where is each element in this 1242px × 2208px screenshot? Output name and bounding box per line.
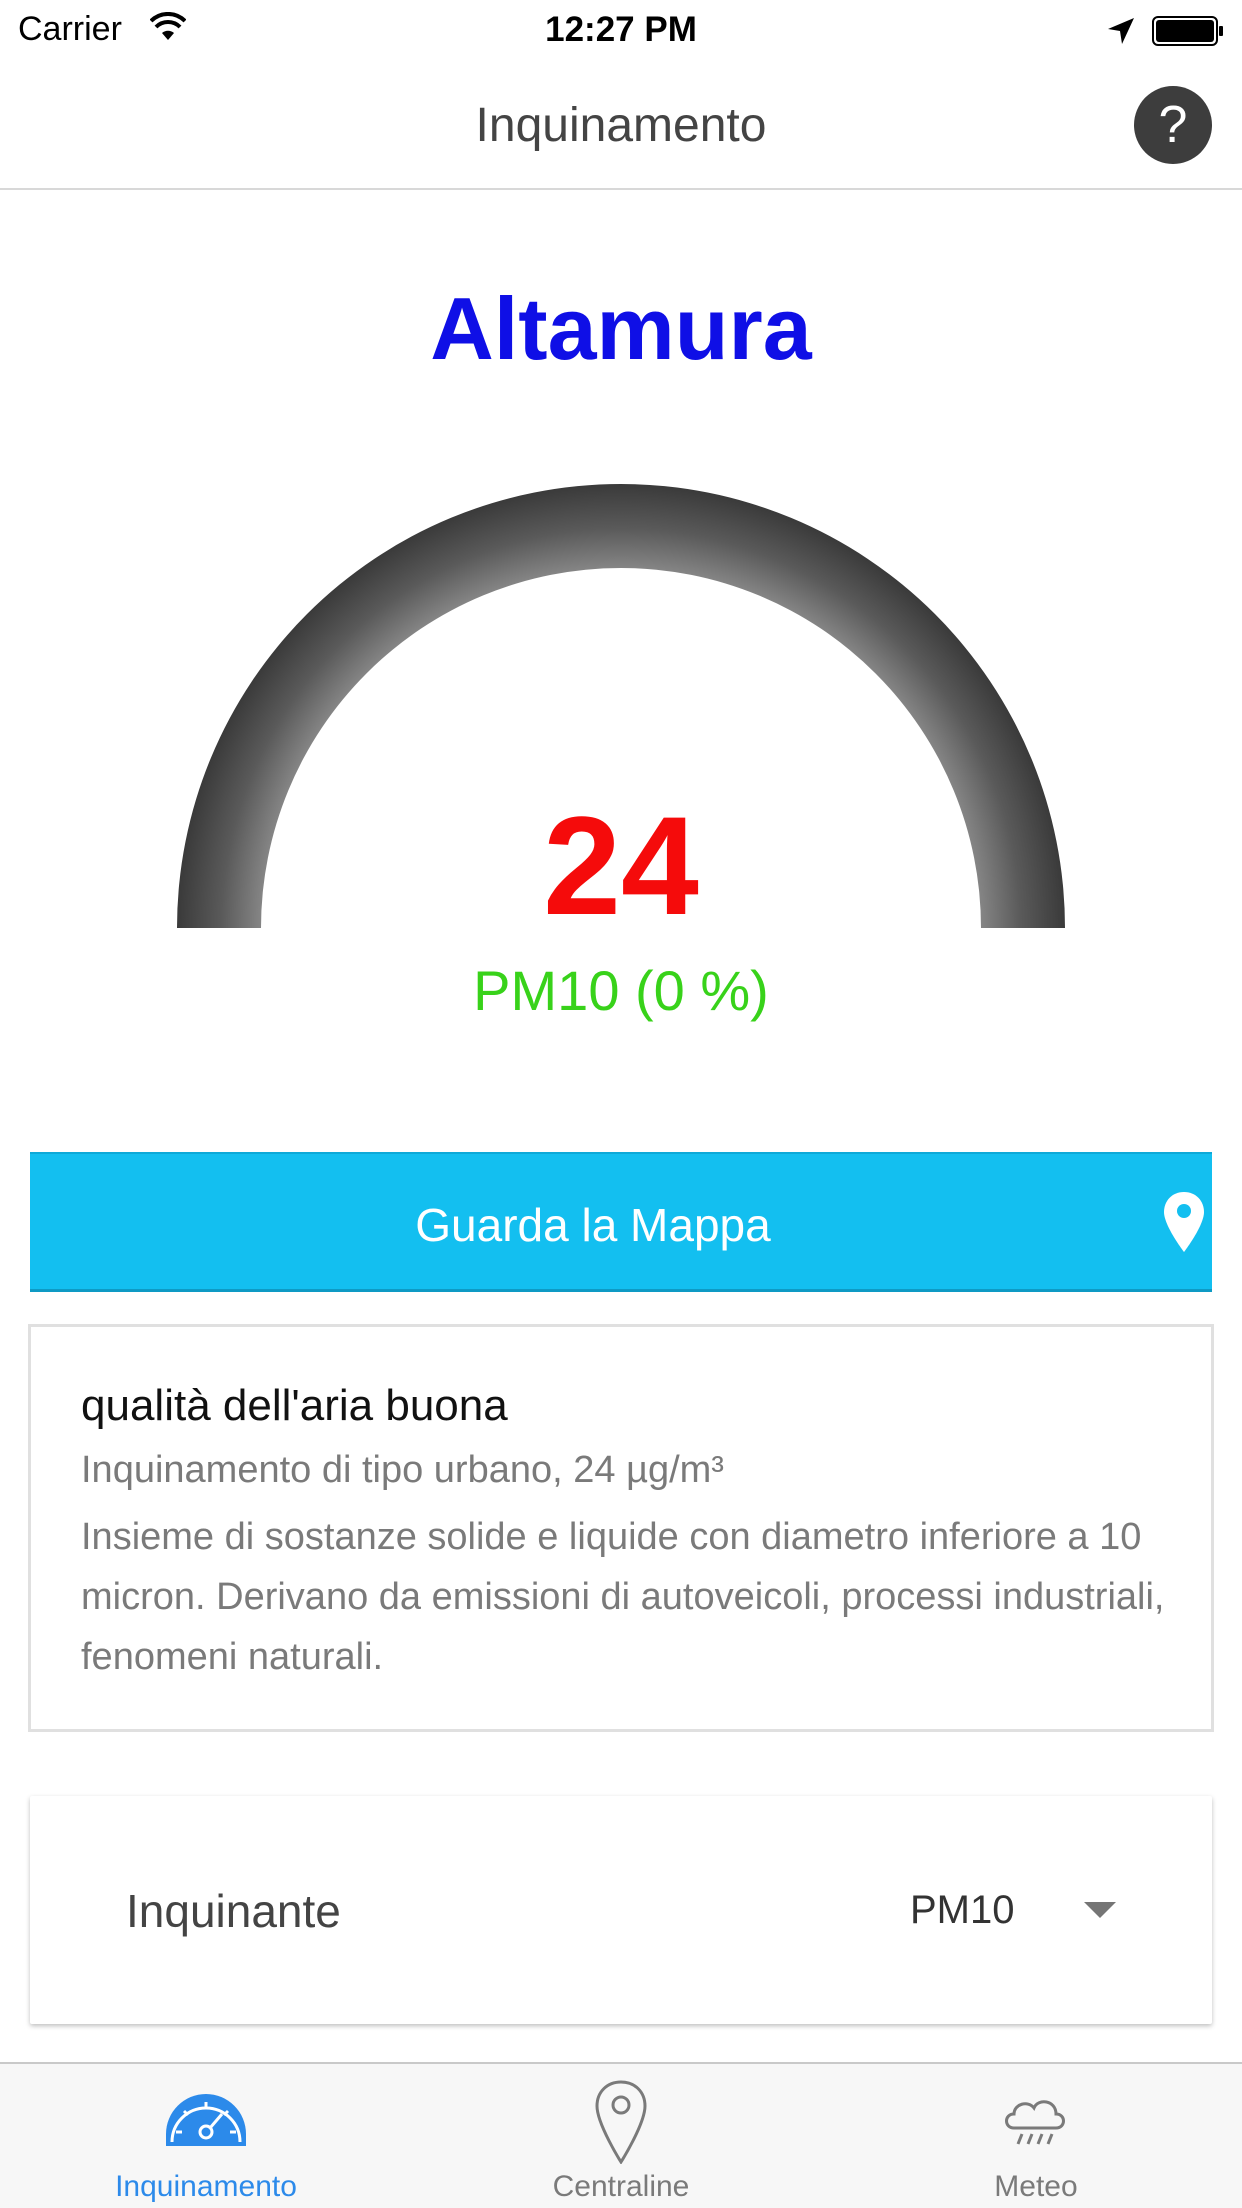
gauge-value: 24 bbox=[543, 787, 699, 944]
tab-label: Inquinamento bbox=[115, 2170, 297, 2203]
tab-centraline[interactable]: Centraline bbox=[471, 2064, 771, 2208]
gauge-label: PM10 (0 %) bbox=[473, 959, 769, 1022]
tab-meteo[interactable]: Meteo bbox=[886, 2064, 1186, 2208]
location-pin-icon bbox=[595, 2080, 647, 2164]
navigation-bar: Inquinamento ? bbox=[0, 62, 1242, 190]
status-time: 12:27 PM bbox=[545, 10, 697, 49]
air-quality-info-card: qualità dell'aria buona Inquinamento di … bbox=[28, 1324, 1214, 1732]
tab-label: Meteo bbox=[994, 2170, 1078, 2203]
tab-bar: Inquinamento Centraline Meteo bbox=[0, 2062, 1242, 2208]
tab-label: Centraline bbox=[552, 2170, 690, 2203]
page-title: Inquinamento bbox=[475, 99, 767, 152]
speedometer-icon bbox=[166, 2094, 246, 2146]
pollutant-selector[interactable]: Inquinante PM10 bbox=[30, 1796, 1212, 2024]
pollutant-description: Insieme di sostanze solide e liquide con… bbox=[81, 1516, 1165, 1678]
status-bar: Carrier 12:27 PM bbox=[0, 0, 1242, 62]
pollutant-label: Inquinante bbox=[126, 1885, 341, 1937]
air-quality-title: qualità dell'aria buona bbox=[81, 1381, 508, 1430]
battery-icon bbox=[1152, 16, 1223, 46]
view-map-button[interactable]: Guarda la Mappa bbox=[30, 1152, 1212, 1292]
pollution-type: Inquinamento di tipo urbano, 24 µg/m³ bbox=[81, 1449, 724, 1491]
location-arrow-icon bbox=[1108, 18, 1134, 44]
dropdown-caret-icon[interactable] bbox=[1084, 1902, 1116, 1918]
rain-cloud-icon bbox=[1005, 2100, 1065, 2145]
pollutant-dropdown-value[interactable]: PM10 bbox=[910, 1888, 1015, 1933]
tab-inquinamento[interactable]: Inquinamento bbox=[56, 2064, 356, 2208]
city-name: Altamura bbox=[430, 279, 812, 378]
map-pin-icon bbox=[1164, 1192, 1204, 1252]
view-map-label: Guarda la Mappa bbox=[415, 1199, 771, 1251]
help-button[interactable]: ? bbox=[1134, 86, 1212, 164]
